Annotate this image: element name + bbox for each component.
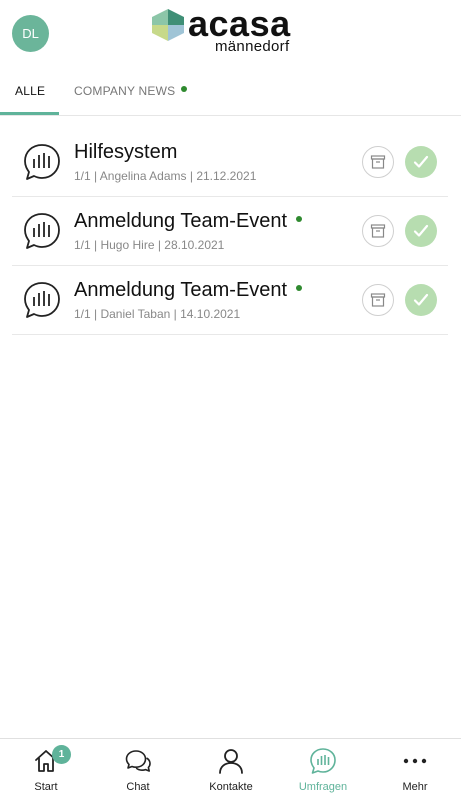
item-meta: 1/1 | Daniel Taban | 14.10.2021 bbox=[74, 307, 241, 321]
archive-button[interactable] bbox=[362, 146, 394, 178]
poll-icon bbox=[310, 748, 336, 774]
poll-bubble-icon bbox=[24, 144, 60, 180]
notification-badge: 1 bbox=[52, 745, 71, 764]
archive-button[interactable] bbox=[362, 215, 394, 247]
more-icon bbox=[403, 758, 427, 764]
check-icon bbox=[413, 293, 429, 306]
check-icon bbox=[413, 224, 429, 237]
user-avatar[interactable]: DL bbox=[12, 15, 49, 52]
nav-label: Mehr bbox=[402, 781, 428, 793]
nav-start[interactable]: 1 Start bbox=[0, 739, 92, 800]
nav-label: Start bbox=[34, 781, 58, 793]
tab-label: COMPANY NEWS bbox=[74, 84, 176, 98]
nav-umfragen[interactable]: Umfragen bbox=[277, 739, 369, 800]
active-tab-indicator bbox=[0, 112, 59, 115]
item-title: Anmeldung Team-Event bbox=[74, 279, 303, 302]
tab-alle[interactable]: ALLE bbox=[15, 84, 45, 98]
poll-bubble-icon bbox=[24, 213, 60, 249]
new-indicator-dot bbox=[296, 215, 303, 222]
logo-mark-icon bbox=[152, 9, 184, 41]
brand-logo: acasa männedorf bbox=[152, 4, 312, 56]
item-title: Anmeldung Team-Event bbox=[74, 210, 303, 233]
tab-company-news[interactable]: COMPANY NEWS bbox=[74, 84, 188, 98]
done-button[interactable] bbox=[405, 284, 437, 316]
new-indicator-dot bbox=[296, 284, 303, 291]
nav-chat[interactable]: Chat bbox=[92, 739, 184, 800]
nav-kontakte[interactable]: Kontakte bbox=[185, 739, 277, 800]
archive-icon bbox=[370, 293, 386, 307]
item-meta: 1/1 | Hugo Hire | 28.10.2021 bbox=[74, 238, 225, 252]
tab-bar: ALLE COMPANY NEWS bbox=[0, 70, 461, 116]
item-title: Hilfesystem bbox=[74, 141, 178, 163]
person-icon bbox=[219, 749, 243, 774]
done-button[interactable] bbox=[405, 146, 437, 178]
survey-list: Hilfesystem 1/1 | Angelina Adams | 21.12… bbox=[12, 128, 448, 335]
new-indicator-dot bbox=[181, 85, 188, 92]
check-icon bbox=[413, 155, 429, 168]
brand-subtitle: männedorf bbox=[215, 38, 290, 55]
archive-button[interactable] bbox=[362, 284, 394, 316]
nav-mehr[interactable]: Mehr bbox=[369, 739, 461, 800]
tab-label: ALLE bbox=[15, 84, 46, 98]
app-header: DL acasa männedorf bbox=[0, 0, 461, 70]
nav-label: Umfragen bbox=[298, 781, 348, 793]
chat-icon bbox=[125, 750, 151, 772]
archive-icon bbox=[370, 155, 386, 169]
nav-label: Chat bbox=[126, 781, 150, 793]
poll-bubble-icon bbox=[24, 282, 60, 318]
bottom-navigation: 1 Start Chat Kontakte Umfragen Mehr bbox=[0, 738, 461, 800]
list-item[interactable]: Anmeldung Team-Event 1/1 | Hugo Hire | 2… bbox=[12, 197, 448, 266]
done-button[interactable] bbox=[405, 215, 437, 247]
list-item[interactable]: Anmeldung Team-Event 1/1 | Daniel Taban … bbox=[12, 266, 448, 335]
item-meta: 1/1 | Angelina Adams | 21.12.2021 bbox=[74, 169, 257, 183]
archive-icon bbox=[370, 224, 386, 238]
nav-label: Kontakte bbox=[209, 781, 253, 793]
list-item[interactable]: Hilfesystem 1/1 | Angelina Adams | 21.12… bbox=[12, 128, 448, 197]
